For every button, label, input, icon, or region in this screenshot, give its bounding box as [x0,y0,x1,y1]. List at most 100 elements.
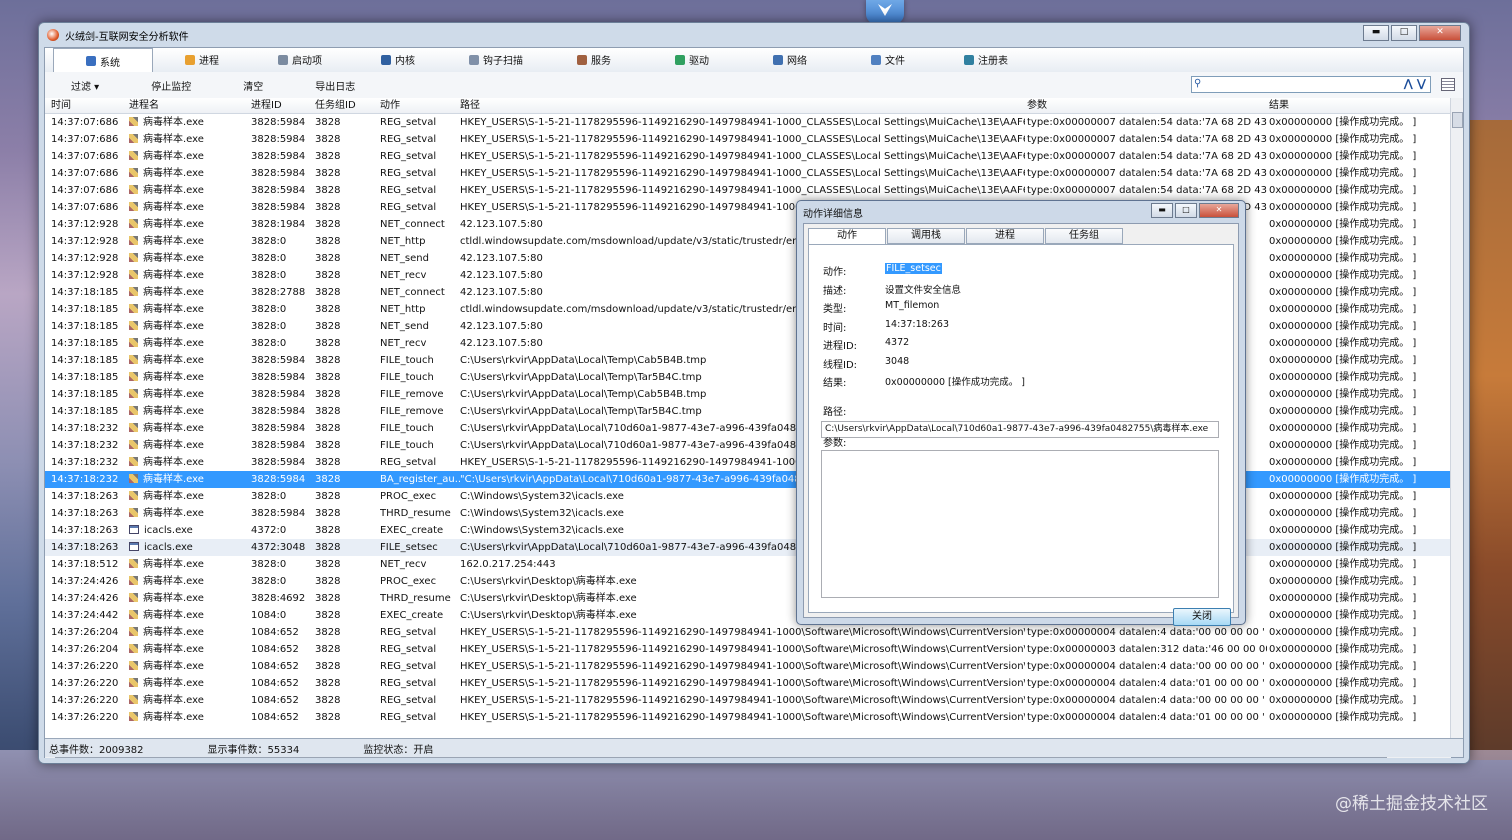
column-header[interactable]: 时间 [51,98,125,113]
table-cell: 病毒样本.exe [129,318,249,335]
table-cell: HKEY_USERS\S-1-5-21-1178295596-114921629… [460,644,1025,655]
process-icon [129,389,138,398]
table-row[interactable]: 14:37:26:220 病毒样本.exe 1084:652 3828 REG_setv… [45,658,1451,675]
tab-startup[interactable]: 启动项 [251,48,349,71]
stop-monitor-button[interactable]: 停止监控 [151,78,191,93]
table-cell: 0x00000000 [操作成功完成。 ] [1269,423,1417,434]
table-cell: 3828:5984 [251,151,306,162]
filter-button[interactable]: 过滤 ▾ [71,78,99,93]
table-cell: 病毒样本.exe [129,284,249,301]
minimize-button[interactable]: ▬ [1363,25,1389,41]
table-cell: 3828 [315,576,341,587]
table-cell: icacls.exe [129,539,249,556]
tab-registry[interactable]: 注册表 [937,48,1035,71]
table-cell: 14:37:18:263 [51,508,119,519]
column-header[interactable]: 动作 [380,98,460,113]
search-input[interactable]: ⚲ ⋀ ⋁ [1191,76,1431,93]
column-header[interactable]: 路径 [460,98,1025,113]
table-cell: 病毒样本.exe [129,216,249,233]
field-label: 线程ID: [823,359,858,371]
table-cell: 3828:0 [251,559,287,570]
table-cell: type:0x00000007 datalen:54 data:'7A 68 2… [1027,117,1267,128]
dialog-minimize-button[interactable]: ▬ [1151,203,1173,218]
path-field[interactable]: C:\Users\rkvir\AppData\Local\710d60a1-98… [821,421,1219,438]
table-cell: type:0x00000007 datalen:54 data:'7A 68 2… [1027,151,1267,162]
tab-network[interactable]: 网络 [741,48,839,71]
table-cell: 3828 [315,355,341,366]
process-icon [129,457,138,466]
clear-button[interactable]: 清空 [243,78,263,93]
dialog-maximize-button[interactable]: □ [1175,203,1197,218]
table-row[interactable]: 14:37:26:220 病毒样本.exe 1084:652 3828 REG_setv… [45,692,1451,709]
column-header[interactable]: 进程名 [129,98,249,113]
table-cell: FILE_touch [380,423,434,434]
tab-kernel[interactable]: 内核 [349,48,447,71]
table-cell: 3828 [315,117,341,128]
tab-process[interactable]: 进程 [153,48,251,71]
vertical-scrollbar[interactable] [1450,98,1463,746]
table-cell: 病毒样本.exe [129,165,249,182]
tab-label: 内核 [395,56,415,67]
column-header[interactable]: 结果 [1269,98,1451,113]
scroll-thumb[interactable] [1452,112,1463,128]
table-cell: EXEC_create [380,610,444,621]
tab-driver[interactable]: 驱动 [643,48,741,71]
table-cell: 3828:2788 [251,287,306,298]
table-row[interactable]: 14:37:26:204 病毒样本.exe 1084:652 3828 REG_setv… [45,641,1451,658]
process-name: 病毒样本.exe [143,151,204,162]
dialog-close-x-button[interactable]: ✕ [1199,203,1239,218]
process-name: 病毒样本.exe [143,270,204,281]
table-row[interactable]: 14:37:26:204 病毒样本.exe 1084:652 3828 REG_setv… [45,624,1451,641]
table-cell: HKEY_USERS\S-1-5-21-1178295596-114921629… [460,151,1025,162]
table-cell: icacls.exe [129,522,249,539]
process-icon [129,236,138,245]
process-name: 病毒样本.exe [143,508,204,519]
client-area: 系统 进程 启动项 内核 钩子扫描 服务 驱动 网络 文件 注册表 过滤 ▾ 停止监控 清空 导出… [44,47,1464,758]
dialog-tab[interactable]: 任务组 [1045,228,1123,244]
table-cell: HKEY_USERS\S-1-5-21-1178295596-114921629… [460,712,1025,723]
process-icon [129,695,138,704]
search-nav-arrows[interactable]: ⋀ ⋁ [1404,77,1426,90]
table-row[interactable]: 14:37:07:686 病毒样本.exe 3828:5984 3828 REG_set… [45,148,1451,165]
column-header[interactable]: 进程ID [251,98,313,113]
table-row[interactable]: 14:37:07:686 病毒样本.exe 3828:5984 3828 REG_set… [45,131,1451,148]
table-row[interactable]: 14:37:07:686 病毒样本.exe 3828:5984 3828 REG_set… [45,182,1451,199]
param-field[interactable] [821,450,1219,598]
huorong-dock-icon[interactable] [866,0,904,24]
field-label: 类型: [823,304,847,315]
process-icon [129,559,138,568]
table-cell: 病毒样本.exe [129,420,249,437]
field-value: 14:37:18:263 [885,318,949,330]
column-header[interactable]: 参数 [1027,98,1267,113]
process-icon [129,117,138,126]
tab-file[interactable]: 文件 [839,48,937,71]
field-value[interactable]: FILE_setsec [885,263,942,274]
maximize-button[interactable]: □ [1391,25,1417,41]
table-row[interactable]: 14:37:07:686 病毒样本.exe 3828:5984 3828 REG_set… [45,114,1451,131]
dialog-tab[interactable]: 动作 [808,228,886,245]
process-icon [129,678,138,687]
tab-service[interactable]: 服务 [545,48,643,71]
close-button[interactable]: ✕ [1419,25,1461,41]
hook-icon [469,54,479,65]
exe-icon [129,542,139,551]
tab-hook[interactable]: 钩子扫描 [447,48,545,71]
dialog-close-button[interactable]: 关闭 [1173,608,1231,626]
dialog-tab[interactable]: 调用栈 [887,228,965,244]
title-bar[interactable]: 火绒剑-互联网安全分析软件 ▬ □ ✕ [39,23,1469,47]
table-cell: 0x00000000 [操作成功完成。 ] [1269,610,1417,621]
table-row[interactable]: 14:37:07:686 病毒样本.exe 3828:5984 3828 REG_set… [45,165,1451,182]
dialog-tab[interactable]: 进程 [966,228,1044,244]
table-row[interactable]: 14:37:26:220 病毒样本.exe 1084:652 3828 REG_setv… [45,675,1451,692]
tab-system[interactable]: 系统 [53,48,153,73]
table-cell: HKEY_USERS\S-1-5-21-1178295596-114921629… [460,678,1025,689]
column-header[interactable]: 任务组ID [315,98,377,113]
table-cell: 病毒样本.exe [129,386,249,403]
table-row[interactable]: 14:37:26:220 病毒样本.exe 1084:652 3828 REG_setv… [45,709,1451,726]
process-icon [129,627,138,636]
export-log-button[interactable]: 导出日志 [315,78,355,93]
table-cell: 0x00000000 [操作成功完成。 ] [1269,236,1417,247]
table-cell: 0x00000000 [操作成功完成。 ] [1269,644,1417,655]
field-label: 描述: [823,285,847,297]
column-settings-icon[interactable] [1441,78,1455,91]
